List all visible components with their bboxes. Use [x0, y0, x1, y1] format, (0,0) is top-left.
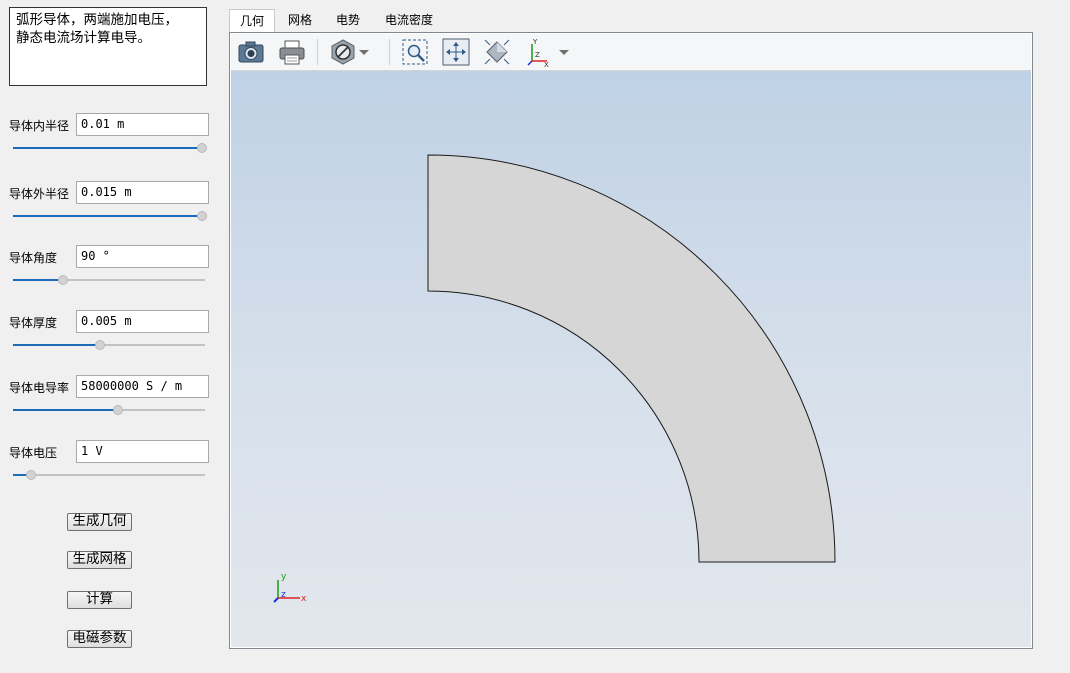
em-params-button[interactable]: 电磁参数: [67, 630, 132, 648]
thickness-slider[interactable]: [13, 339, 205, 351]
camera-icon[interactable]: [236, 37, 266, 67]
slider-thumb[interactable]: [57, 275, 68, 285]
outer-radius-input[interactable]: 0.015 m: [76, 181, 209, 204]
angle-slider[interactable]: [13, 274, 205, 286]
slider-fill: [13, 147, 202, 149]
angle-label: 导体角度: [9, 251, 58, 265]
slider-fill: [13, 279, 63, 281]
3d-viewport[interactable]: y z x: [231, 71, 1031, 647]
tab-geometry[interactable]: 几何: [229, 9, 275, 33]
zoom-box-icon[interactable]: [400, 37, 430, 67]
slider-thumb[interactable]: [197, 143, 207, 153]
slider-fill: [13, 344, 100, 346]
arc-conductor[interactable]: [427, 154, 836, 563]
voltage-label: 导体电压: [9, 446, 58, 460]
outer-radius-label: 导体外半径: [9, 187, 70, 201]
svg-text:Y: Y: [532, 38, 538, 46]
triad-y-label: y: [281, 572, 287, 582]
slider-thumb[interactable]: [94, 340, 105, 350]
triad-x-label: x: [301, 594, 307, 604]
inner-radius-label: 导体内半径: [9, 119, 70, 133]
tab-mesh[interactable]: 网格: [279, 9, 321, 32]
tab-current-density[interactable]: 电流密度: [379, 9, 439, 32]
dropdown-arrow-icon[interactable]: [556, 37, 572, 67]
slider-thumb[interactable]: [113, 405, 124, 415]
print-icon[interactable]: [277, 37, 307, 67]
view-panel: YZX y z x: [229, 32, 1033, 649]
triad-z-label: z: [281, 590, 286, 600]
slider-fill: [13, 215, 202, 217]
angle-input[interactable]: 90 °: [76, 245, 209, 268]
inner-radius-input[interactable]: 0.01 m: [76, 113, 209, 136]
view-iso-icon[interactable]: [482, 37, 512, 67]
description-box[interactable]: 弧形导体，两端施加电压， 静态电流场计算电导。: [9, 7, 207, 86]
tab-potential[interactable]: 电势: [327, 9, 369, 32]
conductivity-input[interactable]: 58000000 S / m: [76, 375, 209, 398]
voltage-input[interactable]: 1 V: [76, 440, 209, 463]
conductivity-label: 导体电导率: [9, 381, 70, 395]
compute-button[interactable]: 计算: [67, 591, 132, 609]
zoom-extents-icon[interactable]: [441, 37, 471, 67]
generate-geometry-button[interactable]: 生成几何: [67, 513, 132, 531]
view-toolbar: YZX: [231, 34, 1031, 71]
slider-thumb[interactable]: [197, 211, 207, 221]
axis-triad: y z x: [273, 572, 307, 604]
thickness-label: 导体厚度: [9, 316, 58, 330]
slider-track: [13, 474, 205, 476]
dropdown-arrow-icon[interactable]: [356, 37, 372, 67]
conductivity-slider[interactable]: [13, 404, 205, 416]
svg-text:Z: Z: [535, 51, 540, 59]
slider-fill: [13, 409, 119, 411]
svg-text:X: X: [544, 61, 549, 67]
thickness-input[interactable]: 0.005 m: [76, 310, 209, 333]
generate-mesh-button[interactable]: 生成网格: [67, 551, 132, 569]
outer-radius-slider[interactable]: [13, 210, 207, 222]
voltage-slider[interactable]: [13, 469, 205, 481]
display-mode-icon[interactable]: [328, 37, 358, 67]
axis-view-icon[interactable]: YZX: [523, 37, 553, 69]
slider-thumb[interactable]: [25, 470, 36, 480]
inner-radius-slider[interactable]: [13, 142, 207, 154]
